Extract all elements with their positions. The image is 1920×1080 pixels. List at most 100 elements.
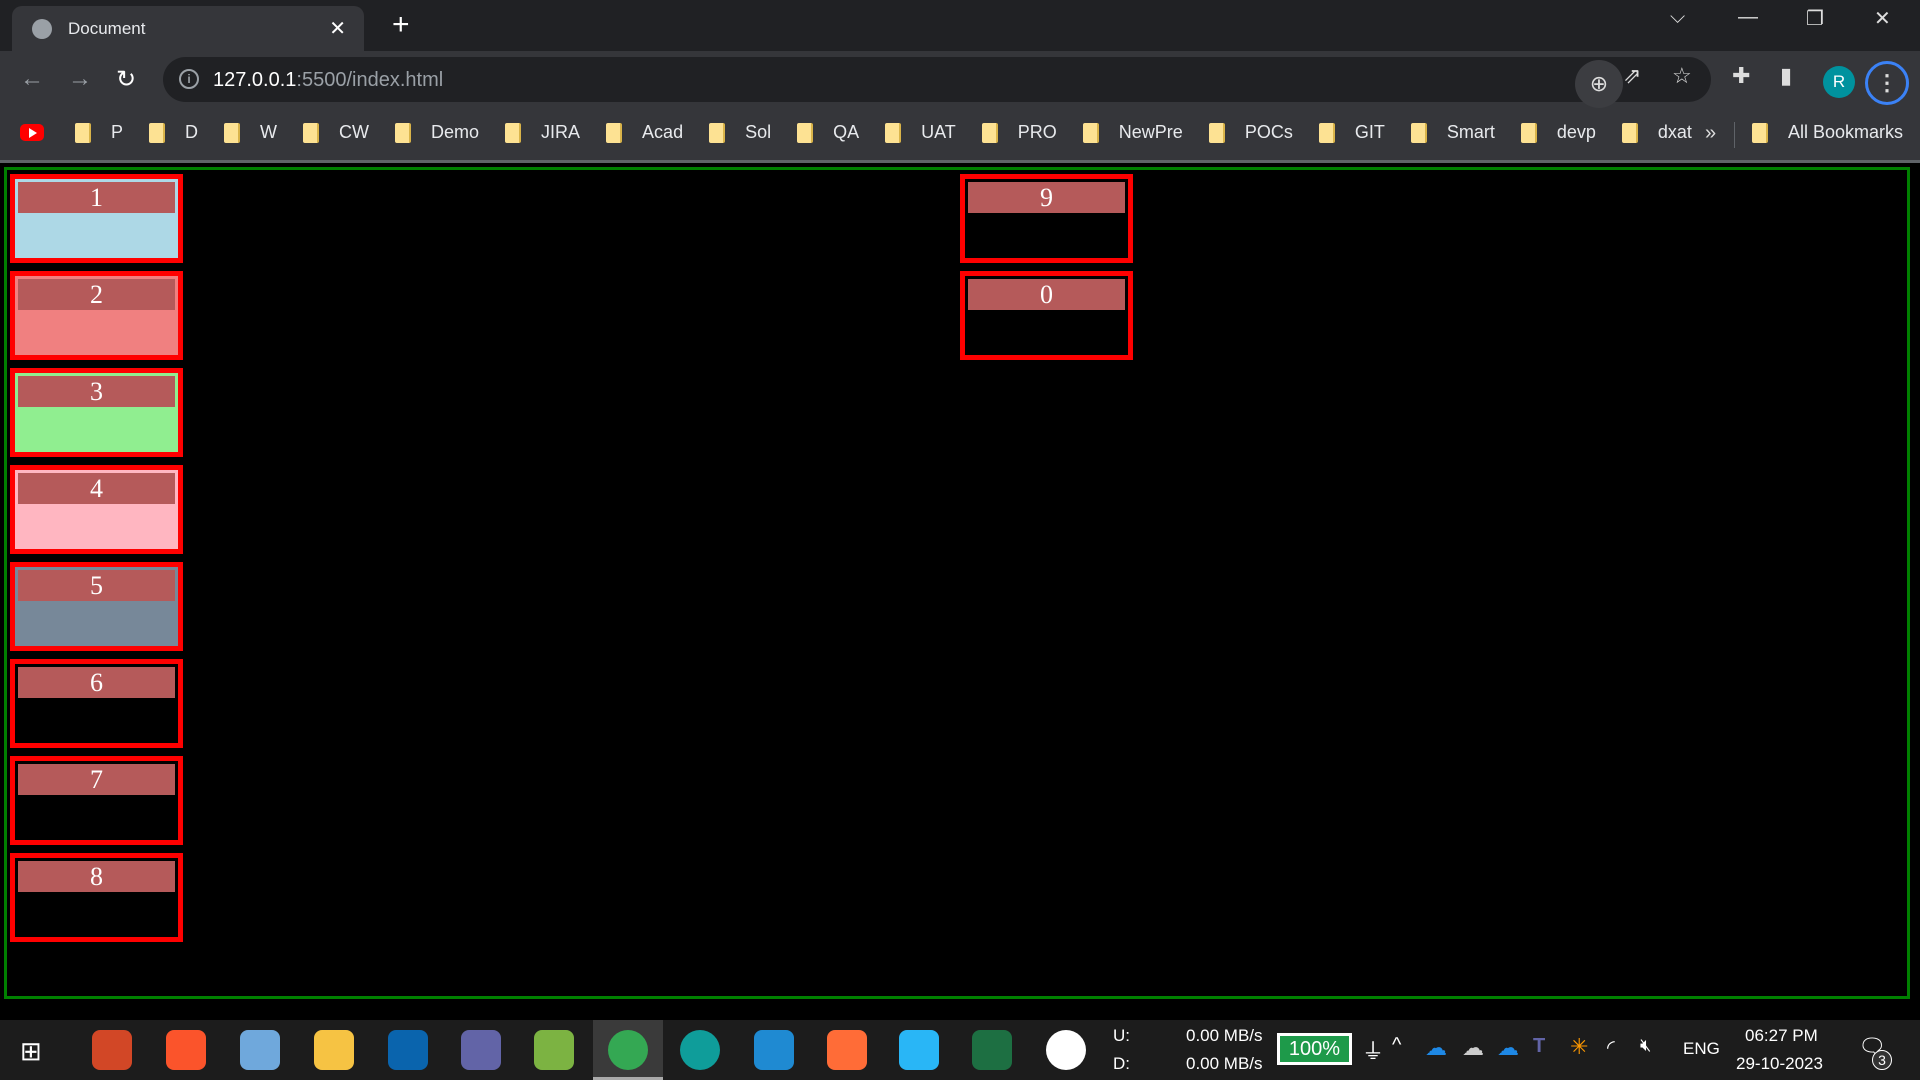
file-explorer-icon[interactable]	[314, 1030, 354, 1070]
bookmark-d[interactable]: D	[149, 122, 198, 143]
bookmark-label: GIT	[1354, 122, 1385, 142]
download-label: D:	[1113, 1054, 1130, 1073]
battery-indicator[interactable]: 100%	[1277, 1033, 1352, 1065]
start-icon[interactable]: ⊞	[20, 1036, 42, 1067]
bookmark-label: Smart	[1446, 122, 1495, 142]
postman-icon[interactable]	[827, 1030, 867, 1070]
bookmarks-overflow-button[interactable]: »	[1705, 122, 1716, 145]
notepad-app-icon[interactable]	[534, 1030, 574, 1070]
mongodb-compass-icon[interactable]	[1046, 1030, 1086, 1070]
url-text[interactable]: 127.0.0.1:5500/index.html	[213, 69, 443, 92]
folder-icon	[606, 122, 623, 143]
bookmark-sol[interactable]: Sol	[709, 122, 771, 143]
bookmark-jira[interactable]: JIRA	[505, 122, 580, 143]
bookmark-demo[interactable]: Demo	[395, 122, 479, 143]
bookmark-cw[interactable]: CW	[303, 122, 369, 143]
vscode-icon[interactable]	[754, 1030, 794, 1070]
tab-document[interactable]: Document ✕	[12, 6, 364, 51]
folder-icon	[75, 122, 91, 143]
power-plug-icon: ⏚	[1362, 1039, 1385, 1064]
close-window-icon[interactable]: ✕	[1874, 6, 1891, 31]
folder-icon	[1318, 122, 1335, 143]
bookmark-p[interactable]: P	[75, 122, 123, 143]
share-icon[interactable]: ⇗	[1623, 63, 1641, 89]
back-icon[interactable]: ←	[20, 65, 44, 93]
all-bookmarks-label: All Bookmarks	[1788, 122, 1904, 142]
url-host: 127.0.0.1	[213, 69, 297, 91]
teams-tray-icon[interactable]: T	[1533, 1035, 1545, 1058]
bookmark-acad[interactable]: Acad	[606, 122, 683, 143]
youtube-icon[interactable]	[20, 124, 44, 141]
chrome-icon[interactable]	[608, 1030, 648, 1070]
clock-time[interactable]: 06:27 PM	[1745, 1026, 1818, 1046]
box-0: 0	[960, 271, 1133, 360]
upload-speed: 0.00 MB/s	[1186, 1026, 1263, 1045]
address-bar[interactable]: i 127.0.0.1:5500/index.html	[163, 57, 1711, 102]
box-header: 4	[18, 473, 175, 504]
excel-icon[interactable]	[972, 1030, 1012, 1070]
menu-icon[interactable]: ⋮	[1865, 61, 1909, 105]
cloud-app-icon[interactable]	[899, 1030, 939, 1070]
tab-title: Document	[68, 18, 146, 38]
bookmark-label: CW	[339, 122, 370, 142]
divider	[1734, 122, 1735, 148]
onedrive-icon[interactable]: ☁	[1425, 1035, 1447, 1061]
outlook-icon[interactable]	[388, 1030, 428, 1070]
bookmark-smart[interactable]: Smart	[1410, 122, 1495, 143]
clock-date[interactable]: 29-10-2023	[1736, 1054, 1823, 1074]
new-tab-button[interactable]: +	[392, 8, 410, 42]
folder-icon	[1520, 122, 1537, 143]
bookmark-label: POCs	[1244, 122, 1293, 142]
all-bookmarks-button[interactable]: All Bookmarks	[1752, 122, 1903, 143]
bookmark-dxat[interactable]: dxat	[1621, 122, 1692, 143]
box-header: 5	[18, 570, 175, 601]
volume-muted-icon[interactable]: 🔇︎	[1640, 1035, 1651, 1056]
brave-icon[interactable]	[166, 1030, 206, 1070]
bookmark-label: W	[260, 122, 278, 142]
network-tool-icon[interactable]: ✳	[1570, 1034, 1588, 1060]
language-indicator[interactable]: ENG	[1683, 1039, 1720, 1059]
bookmark-w[interactable]: W	[224, 122, 277, 143]
onedrive-business-icon[interactable]: ☁	[1497, 1035, 1519, 1061]
office-icon[interactable]	[92, 1030, 132, 1070]
minimize-icon[interactable]: —	[1738, 6, 1758, 29]
show-hidden-icons[interactable]: ^	[1392, 1034, 1401, 1057]
onedrive-gray-icon[interactable]: ☁	[1462, 1035, 1484, 1061]
bookmark-pro[interactable]: PRO	[981, 122, 1057, 143]
laptop-app-icon[interactable]	[240, 1030, 280, 1070]
box-1: 1	[10, 174, 183, 263]
bookmark-qa[interactable]: QA	[797, 122, 859, 143]
globe-icon	[32, 18, 52, 39]
download-speed: 0.00 MB/s	[1186, 1054, 1263, 1073]
site-info-icon[interactable]: i	[179, 69, 199, 89]
extensions-icon[interactable]: ✚	[1732, 63, 1750, 89]
folder-icon	[1082, 122, 1099, 143]
close-tab-icon[interactable]: ✕	[329, 16, 346, 41]
profile-avatar[interactable]: R	[1823, 66, 1855, 98]
restore-icon[interactable]: ❐	[1806, 6, 1824, 31]
folder-icon	[709, 122, 726, 143]
bookmark-devp[interactable]: devp	[1520, 122, 1596, 143]
forward-icon[interactable]: →	[68, 65, 92, 93]
edge-icon[interactable]	[680, 1030, 720, 1070]
bookmarks-bar: P D W CW Demo JIRA Acad Sol QA UAT PRO NewPre POCs GI…	[0, 108, 1920, 163]
reload-icon[interactable]: ↻	[116, 65, 136, 94]
zoom-icon[interactable]: ⊕	[1575, 60, 1623, 108]
box-header: 6	[18, 667, 175, 698]
page-container: 1 2 3 4 5 6 7 8 9 0	[4, 167, 1910, 999]
bookmark-label: Demo	[431, 122, 480, 142]
bookmark-pocs[interactable]: POCs	[1208, 122, 1293, 143]
bookmark-newpre[interactable]: NewPre	[1082, 122, 1183, 143]
wifi-icon[interactable]: ◜	[1607, 1035, 1615, 1060]
tab-search-icon[interactable]: ⌵	[1670, 6, 1685, 29]
bookmark-star-icon[interactable]: ☆	[1672, 63, 1692, 89]
folder-icon	[1752, 122, 1768, 143]
box-header: 9	[968, 182, 1125, 213]
bookmark-git[interactable]: GIT	[1318, 122, 1385, 143]
side-panel-icon[interactable]: ▮	[1780, 63, 1792, 89]
bookmark-uat[interactable]: UAT	[885, 122, 956, 143]
teams-icon[interactable]	[461, 1030, 501, 1070]
bookmark-label: JIRA	[541, 122, 581, 142]
bookmark-label: Acad	[642, 122, 684, 142]
box-header: 7	[18, 764, 175, 795]
